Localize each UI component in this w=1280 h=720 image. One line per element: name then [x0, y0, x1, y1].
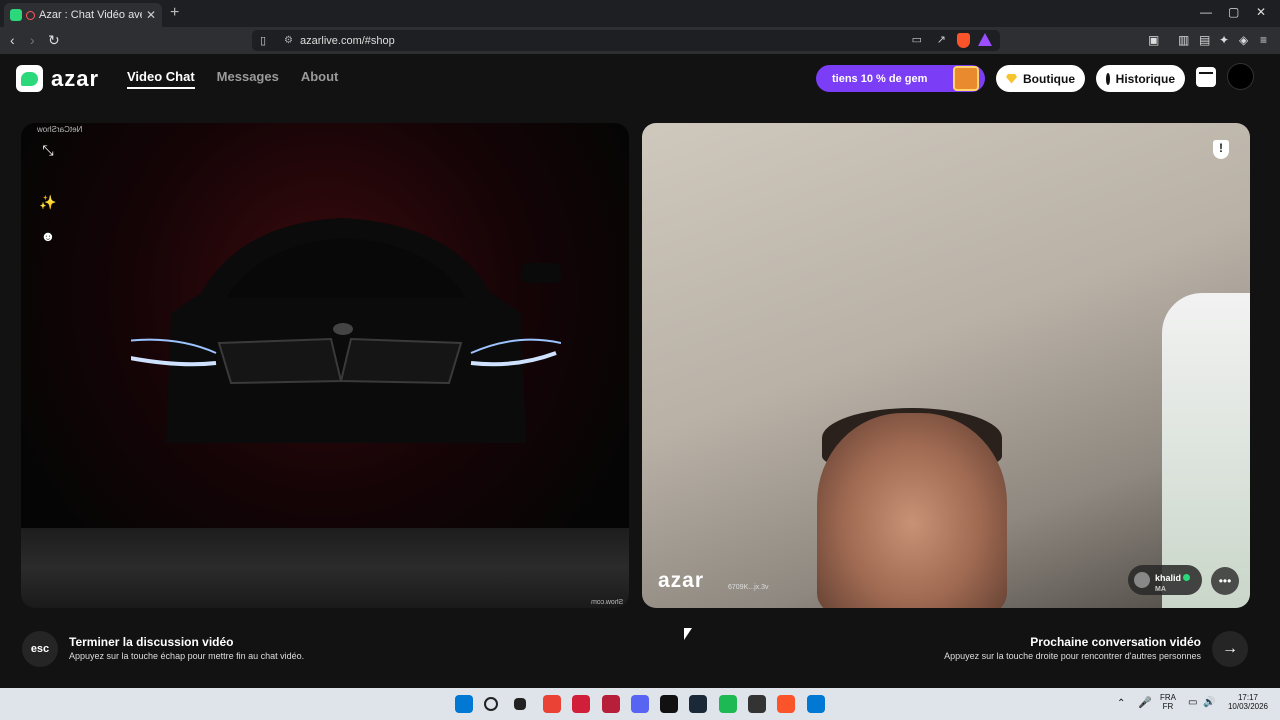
bookmark-icon[interactable]: ▯	[260, 34, 278, 47]
app-red-icon[interactable]	[601, 695, 620, 713]
obs-icon[interactable]	[777, 695, 796, 713]
user-avatar-icon	[1134, 572, 1150, 588]
tab-search-icon[interactable]: ▣	[1148, 33, 1159, 47]
magic-wand-icon[interactable]: ✨	[39, 194, 56, 210]
brave-rewards-icon[interactable]	[978, 33, 992, 46]
discord-icon[interactable]	[660, 695, 679, 713]
self-video-panel: NetCarShow ⤡ ✨ ☻ Show.com	[21, 123, 629, 608]
session-id: 6709K...jx.3v	[728, 584, 769, 591]
language-indicator[interactable]: FRA FR	[1158, 693, 1178, 711]
treasure-chest-icon	[953, 66, 979, 91]
esc-button[interactable]: esc	[22, 631, 58, 667]
logo-text: azar	[51, 65, 100, 91]
reload-icon[interactable]: ↻	[48, 32, 60, 49]
boutique-button[interactable]: Boutique	[996, 65, 1085, 92]
sidebar-icon[interactable]: ▥	[1178, 33, 1189, 47]
forward-icon[interactable]: ›	[30, 32, 35, 48]
car-image	[131, 218, 561, 443]
wallet-icon[interactable]: ▤	[1199, 33, 1210, 47]
partner-video-panel: ! azar 6709K...jx.3v khalid MA •••	[642, 123, 1250, 608]
browser-toolbar: ‹ › ↻ ▯ ⚙ azarlive.com/#shop ▭ ↗ ▣ ▥ ▤ ✦…	[0, 27, 1280, 54]
steam-icon[interactable]	[718, 695, 737, 713]
search-icon[interactable]	[484, 697, 499, 711]
partner-country: MA	[1155, 585, 1166, 593]
historique-button[interactable]: Historique	[1096, 65, 1185, 92]
recording-icon	[26, 10, 35, 20]
file-explorer-icon[interactable]	[542, 695, 561, 713]
partner-name: khalid	[1155, 572, 1182, 583]
tab-close-icon[interactable]: ✕	[146, 8, 156, 22]
browser-tab-bar: Azar : Chat Vidéo avec de no ✕ + — ▢ ✕	[0, 0, 1280, 27]
nav-about[interactable]: About	[301, 69, 339, 89]
boutique-label: Boutique	[1023, 71, 1075, 86]
new-tab-button[interactable]: +	[170, 4, 179, 22]
browser-tab[interactable]: Azar : Chat Vidéo avec de no ✕	[4, 3, 162, 27]
minimize-icon[interactable]: —	[1200, 5, 1212, 19]
clock-time: 17:17	[1237, 693, 1259, 702]
microphone-icon[interactable]: 🎤	[1138, 696, 1152, 709]
exit-fullscreen-icon[interactable]: ⤡	[40, 142, 56, 158]
azar-logo-icon	[16, 65, 43, 92]
maximize-icon[interactable]: ▢	[1228, 5, 1239, 19]
inbox-icon[interactable]	[1196, 67, 1216, 87]
share-icon[interactable]: ↗	[937, 33, 946, 46]
gem-icon	[1006, 73, 1017, 84]
azar-watermark: azar	[658, 569, 705, 592]
inbox-icon-slot	[1199, 72, 1213, 74]
mouse-cursor-icon	[684, 628, 692, 640]
azar-logo[interactable]: azar	[16, 65, 99, 92]
windows-start-icon[interactable]	[455, 695, 473, 713]
menu-icon[interactable]: ≡	[1260, 33, 1267, 47]
partner-user-chip[interactable]: khalid MA	[1128, 565, 1202, 595]
cast-icon[interactable]: ▭	[912, 33, 922, 46]
end-chat-title: Terminer la discussion vidéo	[69, 635, 234, 649]
next-arrow-button[interactable]: →	[1212, 631, 1248, 667]
vpn-icon[interactable]: ◈	[1239, 33, 1248, 47]
lang-bottom: FR	[1162, 702, 1174, 711]
gems-promo-banner[interactable]: tiens 10 % de gem	[816, 65, 985, 92]
next-chat-subtitle: Appuyez sur la touche droite pour rencon…	[944, 651, 1201, 661]
profile-avatar[interactable]	[1227, 63, 1254, 90]
verified-icon	[1183, 573, 1191, 581]
task-view-icon[interactable]	[513, 698, 526, 710]
person-face-image	[817, 413, 1007, 608]
nav-messages[interactable]: Messages	[217, 69, 279, 89]
url-text[interactable]: azarlive.com/#shop	[300, 35, 395, 47]
leo-ai-icon[interactable]: ✦	[1219, 33, 1229, 47]
back-icon[interactable]: ‹	[10, 32, 15, 48]
clock-date: 10/03/2026	[1227, 702, 1269, 711]
report-shield-icon[interactable]: !	[1213, 140, 1229, 159]
car-window-image	[1162, 293, 1250, 608]
watermark-bottom: Show.com	[590, 599, 623, 606]
message-bubble-icon[interactable]: •••	[1211, 567, 1239, 595]
floor-reflection	[21, 528, 629, 608]
watermark-top: NetCarShow	[37, 125, 83, 134]
chrome-icon[interactable]	[572, 695, 591, 713]
volume-icon[interactable]: 🔊	[1203, 697, 1215, 708]
nav-video-chat[interactable]: Video Chat	[127, 69, 195, 89]
clock-icon	[1106, 72, 1113, 85]
address-bar[interactable]: ▯ ⚙ azarlive.com/#shop ▭ ↗	[252, 30, 1000, 51]
tab-title: Azar : Chat Vidéo avec de no	[39, 9, 142, 21]
capcut-icon[interactable]	[689, 695, 708, 713]
network-icon[interactable]: ▭	[1188, 697, 1197, 708]
system-clock[interactable]: 17:17 10/03/2026	[1224, 693, 1272, 711]
face-filter-icon[interactable]: ☻	[40, 228, 56, 244]
azar-favicon-icon	[10, 9, 22, 21]
lang-top: FRA	[1160, 693, 1176, 702]
brave-icon[interactable]	[806, 695, 825, 713]
windows-taskbar: ⌃ 🎤 FRA FR ▭ 🔊 17:17 10/03/2026	[0, 688, 1280, 720]
end-chat-subtitle: Appuyez sur la touche échap pour mettre …	[69, 651, 305, 661]
tray-chevron-icon[interactable]: ⌃	[1117, 698, 1125, 709]
app-adobe-icon[interactable]	[630, 695, 649, 713]
site-info-icon[interactable]: ⚙	[284, 35, 298, 46]
spotify-icon[interactable]	[748, 695, 766, 713]
historique-label: Historique	[1115, 71, 1175, 86]
promo-text: tiens 10 % de gem	[832, 72, 928, 85]
close-window-icon[interactable]: ✕	[1256, 5, 1266, 19]
brave-shields-icon[interactable]	[957, 33, 970, 48]
next-chat-title: Prochaine conversation vidéo	[1030, 635, 1201, 649]
main-nav: Video Chat Messages About	[127, 69, 338, 89]
